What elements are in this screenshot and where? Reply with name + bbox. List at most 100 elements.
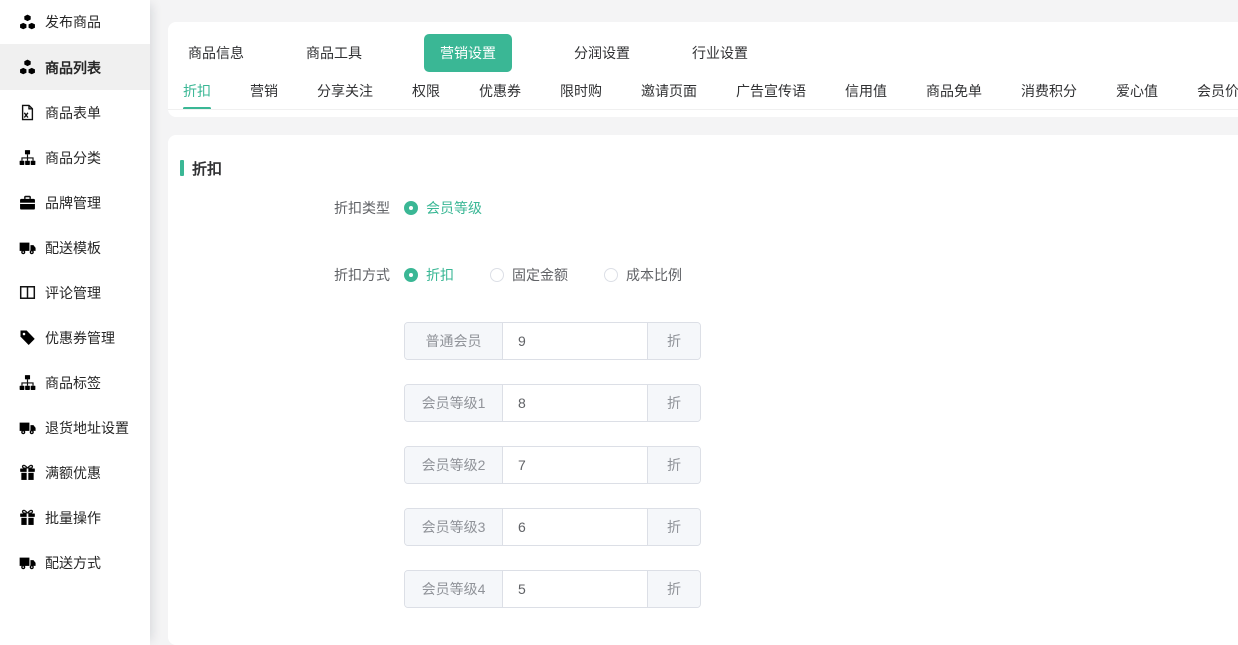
level-row-level4: 会员等级4 折	[180, 570, 1238, 608]
unit-label: 折	[647, 447, 700, 483]
sidebar: 发布商品 商品列表 商品表单 商品分类 品牌管理 配送模板 评论管理 优惠券管	[0, 0, 150, 645]
sidebar-item-batch-operation[interactable]: 批量操作	[0, 495, 150, 540]
discount-mode-row: 折扣方式 折扣 固定金额 成本比例	[180, 265, 1238, 285]
discount-input-group: 会员等级2 折	[404, 446, 701, 484]
unit-label: 折	[647, 509, 700, 545]
sidebar-item-coupon-management[interactable]: 优惠券管理	[0, 315, 150, 360]
discount-type-label: 折扣类型	[180, 198, 390, 218]
sidebar-item-comment-management[interactable]: 评论管理	[0, 270, 150, 315]
tab-industry-settings[interactable]: 行业设置	[692, 43, 748, 63]
subtab-ad-slogan[interactable]: 广告宣传语	[736, 73, 806, 109]
subtab-flash-sale[interactable]: 限时购	[560, 73, 602, 109]
radio-label: 会员等级	[426, 198, 482, 218]
sidebar-item-label: 配送方式	[45, 553, 101, 573]
level-name-label: 会员等级3	[405, 509, 503, 545]
subtab-coupon[interactable]: 优惠券	[479, 73, 521, 109]
tab-marketing-settings[interactable]: 营销设置	[424, 34, 512, 72]
subtab-credit-value[interactable]: 信用值	[845, 73, 887, 109]
subtab-member-price[interactable]: 会员价	[1197, 73, 1238, 109]
discount-input-group: 会员等级4 折	[404, 570, 701, 608]
subtab-discount[interactable]: 折扣	[183, 73, 211, 109]
discount-mode-label: 折扣方式	[180, 265, 390, 285]
radio-label: 成本比例	[626, 265, 682, 285]
subtab-marketing[interactable]: 营销	[250, 73, 278, 109]
level-name-label: 会员等级1	[405, 385, 503, 421]
cubes-icon	[19, 14, 36, 31]
radio-discount[interactable]: 折扣	[404, 265, 454, 285]
discount-value-input[interactable]	[503, 571, 647, 607]
radio-member-level[interactable]: 会员等级	[404, 198, 482, 218]
discount-value-input[interactable]	[503, 509, 647, 545]
unit-label: 折	[647, 385, 700, 421]
tab-product-tools[interactable]: 商品工具	[306, 43, 362, 63]
discount-input-group: 普通会员 折	[404, 322, 701, 360]
subtab-free-order[interactable]: 商品免单	[926, 73, 982, 109]
sidebar-item-label: 优惠券管理	[45, 328, 115, 348]
sidebar-item-delivery-method[interactable]: 配送方式	[0, 540, 150, 585]
radio-icon[interactable]	[404, 268, 418, 282]
sidebar-item-label: 商品分类	[45, 148, 101, 168]
subtab-love-value[interactable]: 爱心值	[1116, 73, 1158, 109]
sidebar-item-product-list[interactable]: 商品列表	[0, 45, 150, 90]
level-name-label: 会员等级2	[405, 447, 503, 483]
sidebar-item-product-tags[interactable]: 商品标签	[0, 360, 150, 405]
columns-icon	[19, 284, 36, 301]
member-level-discount-list: 普通会员 折 会员等级1 折 会员等级2	[180, 322, 1238, 608]
discount-value-input[interactable]	[503, 323, 647, 359]
sidebar-item-label: 批量操作	[45, 508, 101, 528]
discount-panel: 折扣 折扣类型 会员等级 折扣方式 折扣 固定金额	[168, 135, 1238, 645]
section-accent-bar	[180, 160, 184, 176]
section-title: 折扣	[180, 160, 1238, 176]
discount-value-input[interactable]	[503, 385, 647, 421]
unit-label: 折	[647, 571, 700, 607]
sidebar-item-product-form[interactable]: 商品表单	[0, 90, 150, 135]
sidebar-item-label: 商品列表	[45, 58, 101, 78]
tabs-card: 商品信息 商品工具 营销设置 分润设置 行业设置 折扣 营销 分享关注 权限 优…	[168, 22, 1238, 117]
subtab-consume-points[interactable]: 消费积分	[1021, 73, 1077, 109]
level-name-label: 会员等级4	[405, 571, 503, 607]
tab-profit-settings[interactable]: 分润设置	[574, 43, 630, 63]
level-row-level3: 会员等级3 折	[180, 508, 1238, 546]
discount-value-input[interactable]	[503, 447, 647, 483]
level-row-level2: 会员等级2 折	[180, 446, 1238, 484]
tag-icon	[19, 329, 36, 346]
unit-label: 折	[647, 323, 700, 359]
sidebar-item-full-discount[interactable]: 满额优惠	[0, 450, 150, 495]
radio-label: 固定金额	[512, 265, 568, 285]
gift-icon	[19, 464, 36, 481]
sidebar-item-delivery-template[interactable]: 配送模板	[0, 225, 150, 270]
radio-cost-ratio[interactable]: 成本比例	[604, 265, 682, 285]
file-form-icon	[19, 104, 36, 121]
radio-fixed-amount[interactable]: 固定金额	[490, 265, 568, 285]
sitemap-icon	[19, 374, 36, 391]
subtab-share-follow[interactable]: 分享关注	[317, 73, 373, 109]
app-window: 发布商品 商品列表 商品表单 商品分类 品牌管理 配送模板 评论管理 优惠券管	[0, 0, 1238, 645]
discount-input-group: 会员等级1 折	[404, 384, 701, 422]
radio-icon[interactable]	[404, 201, 418, 215]
truck-icon	[19, 554, 36, 571]
discount-input-group: 会员等级3 折	[404, 508, 701, 546]
radio-icon[interactable]	[604, 268, 618, 282]
discount-type-row: 折扣类型 会员等级	[180, 198, 1238, 218]
sidebar-item-label: 评论管理	[45, 283, 101, 303]
sidebar-item-label: 商品表单	[45, 103, 101, 123]
sidebar-item-product-category[interactable]: 商品分类	[0, 135, 150, 180]
sidebar-item-label: 发布商品	[45, 12, 101, 32]
subtab-invite-page[interactable]: 邀请页面	[641, 73, 697, 109]
sidebar-item-label: 品牌管理	[45, 193, 101, 213]
radio-icon[interactable]	[490, 268, 504, 282]
sidebar-item-return-address[interactable]: 退货地址设置	[0, 405, 150, 450]
cubes-icon	[19, 59, 36, 76]
level-row-normal-member: 普通会员 折	[180, 322, 1238, 360]
main-area: 商品信息 商品工具 营销设置 分润设置 行业设置 折扣 营销 分享关注 权限 优…	[150, 0, 1238, 645]
truck-icon	[19, 239, 36, 256]
truck-icon	[19, 419, 36, 436]
subtab-permission[interactable]: 权限	[412, 73, 440, 109]
radio-label: 折扣	[426, 265, 454, 285]
sidebar-item-label: 退货地址设置	[45, 418, 129, 438]
sidebar-item-publish-product[interactable]: 发布商品	[0, 0, 150, 45]
tab-product-info[interactable]: 商品信息	[188, 43, 244, 63]
level-row-level1: 会员等级1 折	[180, 384, 1238, 422]
sidebar-item-brand-management[interactable]: 品牌管理	[0, 180, 150, 225]
primary-tab-bar: 商品信息 商品工具 营销设置 分润设置 行业设置	[168, 22, 1238, 73]
